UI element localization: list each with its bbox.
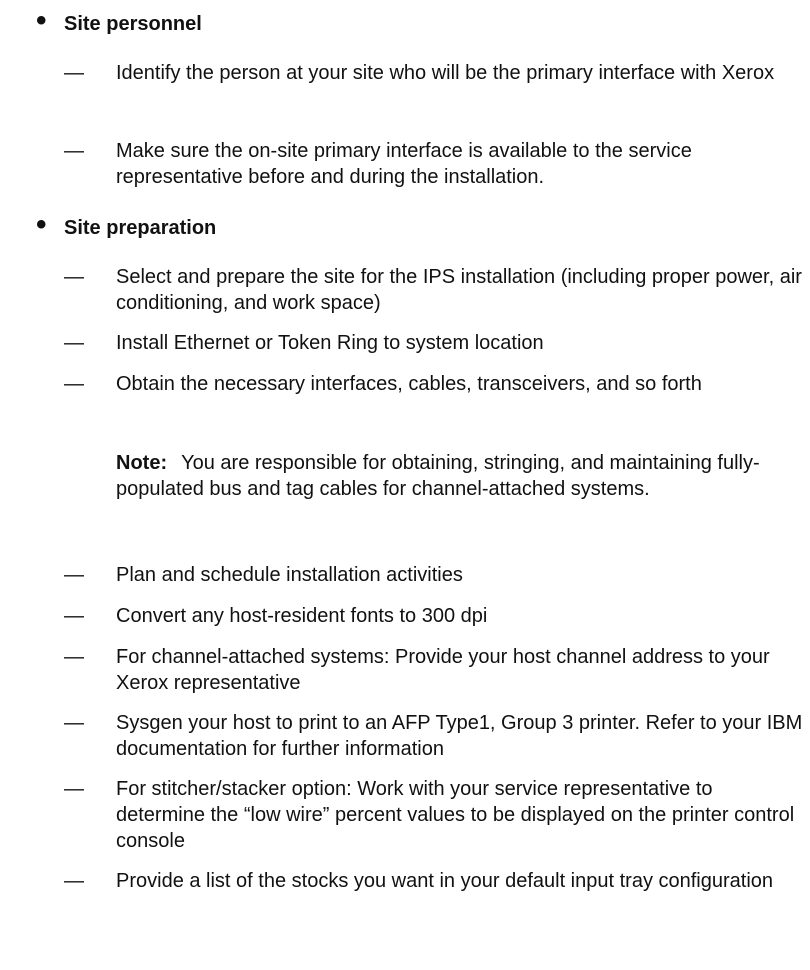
dash-icon: —	[64, 373, 84, 395]
list-item: — Convert any host-resident fonts to 300…	[64, 603, 804, 629]
dash-icon: —	[64, 564, 84, 586]
dash-icon: —	[64, 605, 84, 627]
dash-icon: —	[64, 62, 84, 84]
list-item: — For channel-attached systems: Provide …	[64, 644, 804, 696]
note-block: Note: You are responsible for obtaining, …	[116, 450, 806, 502]
document-page: • Site personnel — Identify the person a…	[0, 0, 810, 970]
dash-icon: —	[64, 646, 84, 668]
list-item: — Plan and schedule installation activit…	[64, 562, 804, 588]
dash-icon: —	[64, 332, 84, 354]
section-title-site-preparation: Site preparation	[64, 217, 217, 239]
list-item: — Select and prepare the site for the IP…	[64, 264, 804, 316]
list-item: — Provide a list of the stocks you want …	[64, 868, 804, 894]
dash-icon: —	[64, 140, 84, 162]
list-item-text: Install Ethernet or Token Ring to system…	[116, 332, 544, 354]
bullet-icon: •	[36, 208, 47, 241]
list-item: — For stitcher/stacker option: Work with…	[64, 776, 804, 854]
dash-icon: —	[64, 778, 84, 800]
list-item-text: For channel-attached systems: Provide yo…	[116, 646, 770, 694]
list-item: — Identify the person at your site who w…	[64, 60, 804, 86]
dash-icon: —	[64, 266, 84, 288]
list-item-text: Convert any host-resident fonts to 300 d…	[116, 605, 488, 627]
list-item: — Install Ethernet or Token Ring to syst…	[64, 330, 804, 356]
list-item: — Obtain the necessary interfaces, cable…	[64, 371, 804, 397]
section-title-site-personnel: Site personnel	[64, 13, 202, 35]
list-item-text: Provide a list of the stocks you want in…	[116, 870, 774, 892]
list-item-text: Make sure the on-site primary interface …	[116, 140, 692, 188]
note-text: You are responsible for obtaining, strin…	[116, 452, 760, 500]
note-label: Note:	[116, 452, 168, 474]
list-item-text: Select and prepare the site for the IPS …	[116, 266, 802, 314]
list-item-text: Plan and schedule installation activitie…	[116, 564, 463, 586]
list-item: — Sysgen your host to print to an AFP Ty…	[64, 710, 804, 762]
list-item-text: Sysgen your host to print to an AFP Type…	[116, 712, 803, 760]
dash-icon: —	[64, 712, 84, 734]
list-item: — Make sure the on-site primary interfac…	[64, 138, 804, 190]
list-item-text: Obtain the necessary interfaces, cables,…	[116, 373, 702, 395]
bullet-icon: •	[36, 4, 47, 37]
list-item-text: For stitcher/stacker option: Work with y…	[116, 778, 795, 852]
dash-icon: —	[64, 870, 84, 892]
list-item-text: Identify the person at your site who wil…	[116, 62, 775, 84]
